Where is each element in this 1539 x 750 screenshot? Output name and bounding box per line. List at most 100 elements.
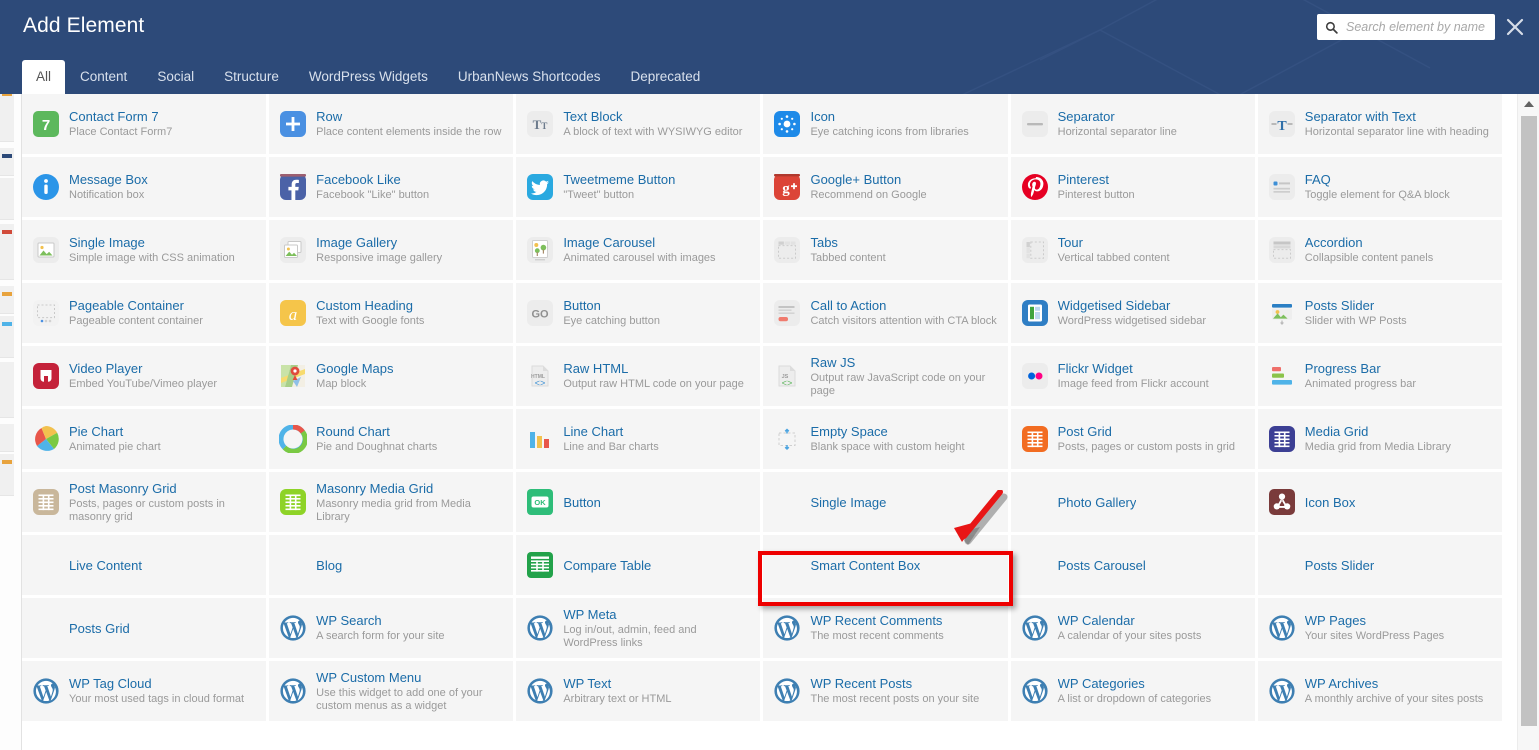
element-name: WP Meta (563, 606, 617, 622)
element-card[interactable]: Pinterest Pinterest button (1010, 157, 1258, 220)
element-card[interactable]: Blog (269, 535, 517, 598)
element-card[interactable]: WP Tag Cloud Your most used tags in cloud… (22, 661, 270, 724)
element-card[interactable]: Accordion Collapsible content panels (1257, 220, 1505, 283)
element-card-text: Video Player Embed YouTube/Vimeo player (69, 361, 217, 391)
close-icon[interactable] (1505, 17, 1525, 37)
element-card-text: Empty Space Blank space with custom heigh… (810, 424, 964, 454)
element-card[interactable]: Tabs Tabbed content (763, 220, 1011, 283)
element-card[interactable]: Single Image Simple image with CSS animat… (22, 220, 270, 283)
separator-icon (1021, 110, 1049, 138)
element-card[interactable]: Media Grid Media grid from Media Library (1257, 409, 1505, 472)
element-card[interactable]: TT Text Block A block of text with WYSIWYG… (516, 94, 764, 157)
facebook-icon (279, 173, 307, 201)
element-card[interactable]: Image Gallery Responsive image gallery (269, 220, 517, 283)
element-card[interactable]: Posts Carousel (1010, 535, 1258, 598)
go-button-icon: GO (526, 299, 554, 327)
element-card[interactable]: Icon Box (1257, 472, 1505, 535)
element-description: Collapsible content panels (1304, 252, 1434, 264)
element-card-text: Live Content (32, 558, 142, 573)
element-card[interactable]: Pageable Container Pageable content conta… (22, 283, 270, 346)
element-card[interactable]: Facebook Like Facebook "Like" button (269, 157, 517, 220)
element-card[interactable]: Image Carousel Animated carousel with ima… (516, 220, 764, 283)
element-card[interactable]: Google Maps Map block (269, 346, 517, 409)
element-card[interactable]: Message Box Notification box (22, 157, 270, 220)
tab-urbannews-shortcodes[interactable]: UrbanNews Shortcodes (443, 60, 616, 94)
element-card[interactable]: Pie Chart Animated pie chart (22, 409, 270, 472)
element-card[interactable]: Live Content (22, 535, 270, 598)
element-card[interactable]: GO Button Eye catching button (516, 283, 764, 346)
element-card[interactable]: Widgetised Sidebar WordPress widgetised s… (1010, 283, 1258, 346)
element-card[interactable]: WP Meta Log in/out, admin, feed and WordP… (516, 598, 764, 661)
element-card[interactable]: Posts Slider Slider with WP Posts (1257, 283, 1505, 346)
element-name: Posts Slider (1304, 557, 1375, 573)
element-description: Slider with WP Posts (1304, 315, 1407, 327)
element-card[interactable]: FAQ Toggle element for Q&A block (1257, 157, 1505, 220)
element-card[interactable]: T Separator with Text Horizontal separator… (1257, 94, 1505, 157)
element-card[interactable]: Post Masonry Grid Posts, pages or custom … (22, 472, 270, 535)
element-card[interactable]: Posts Grid (22, 598, 270, 661)
element-name: Live Content (69, 557, 142, 573)
element-card[interactable]: WP Calendar A calendar of your sites post… (1010, 598, 1258, 661)
tab-content[interactable]: Content (65, 60, 142, 94)
element-card[interactable]: WP Categories A list or dropdown of categ… (1010, 661, 1258, 724)
element-card-text: Post Masonry Grid Posts, pages or custom … (69, 481, 258, 524)
element-card[interactable]: Line Chart Line and Bar charts (516, 409, 764, 472)
tab-social[interactable]: Social (142, 60, 209, 94)
element-card[interactable]: Masonry Media Grid Masonry media grid fro… (269, 472, 517, 535)
caret-up-icon[interactable] (1524, 101, 1534, 107)
element-description: Horizontal separator line with heading (1304, 126, 1489, 138)
element-name: Tabs (810, 235, 838, 250)
element-card[interactable]: OK Button (516, 472, 764, 535)
wordpress-icon (32, 677, 60, 705)
element-card[interactable]: Icon Eye catching icons from libraries (763, 94, 1011, 157)
element-description: Line and Bar charts (563, 441, 659, 453)
element-card[interactable]: Photo Gallery (1010, 472, 1258, 535)
scrollbar-thumb[interactable] (1521, 116, 1537, 726)
tab-all[interactable]: All (22, 60, 66, 94)
vertical-scrollbar[interactable] (1517, 94, 1539, 750)
element-card[interactable]: Tweetmeme Button "Tweet" button (516, 157, 764, 220)
element-card[interactable]: WP Recent Posts The most recent posts on … (763, 661, 1011, 724)
element-card[interactable]: g Google+ Button Recommend on Google (763, 157, 1011, 220)
element-description: A block of text with WYSIWYG editor (563, 126, 743, 138)
element-card[interactable]: a Custom Heading Text with Google fonts (269, 283, 517, 346)
element-description: A monthly archive of your sites posts (1304, 693, 1484, 705)
element-card[interactable]: WP Custom Menu Use this widget to add one… (269, 661, 517, 724)
tab-wordpress-widgets[interactable]: WordPress Widgets (294, 60, 443, 94)
element-card[interactable]: Progress Bar Animated progress bar (1257, 346, 1505, 409)
element-card[interactable]: Separator Horizontal separator line (1010, 94, 1258, 157)
svg-text:T: T (1277, 119, 1287, 134)
element-card[interactable]: WP Archives A monthly archive of your sit… (1257, 661, 1505, 724)
element-card[interactable]: WP Text Arbitrary text or HTML (516, 661, 764, 724)
element-card[interactable]: Compare Table (516, 535, 764, 598)
element-description: Place Contact Form7 (69, 126, 173, 138)
element-card[interactable]: Row Place content elements inside the row (269, 94, 517, 157)
element-card[interactable]: Post Grid Posts, pages or custom posts in… (1010, 409, 1258, 472)
element-card[interactable]: 7 Contact Form 7 Place Contact Form7 (22, 94, 270, 157)
element-card[interactable]: Smart Content Box (763, 535, 1011, 598)
search-input[interactable] (1344, 17, 1489, 37)
element-card[interactable]: JS <> Raw JS Output raw JavaScript code on … (763, 346, 1011, 409)
element-description: Pinterest button (1057, 189, 1135, 201)
raw-js-icon: JS <> (773, 362, 801, 390)
tab-structure[interactable]: Structure (209, 60, 294, 94)
element-card[interactable]: Call to Action Catch visitors attention w… (763, 283, 1011, 346)
element-card[interactable]: Video Player Embed YouTube/Vimeo player (22, 346, 270, 409)
tab-deprecated[interactable]: Deprecated (616, 60, 716, 94)
element-card-text: Masonry Media Grid Masonry media grid fro… (316, 481, 505, 524)
element-description: Catch visitors attention with CTA block (810, 315, 997, 327)
elements-grid: 7 Contact Form 7 Place Contact Form7 Row Pla… (22, 94, 1505, 724)
element-card[interactable]: Empty Space Blank space with custom heigh… (763, 409, 1011, 472)
element-card[interactable]: WP Recent Comments The most recent commen… (763, 598, 1011, 661)
element-card[interactable]: Round Chart Pie and Doughnat charts (269, 409, 517, 472)
element-card[interactable]: HTML <> Raw HTML Output raw HTML code on yo… (516, 346, 764, 409)
element-card[interactable]: WP Search A search form for your site (269, 598, 517, 661)
element-card[interactable]: Flickr Widget Image feed from Flickr acco… (1010, 346, 1258, 409)
element-card[interactable]: Single Image (763, 472, 1011, 535)
search-box[interactable] (1317, 14, 1495, 40)
tab-bar[interactable]: All Content Social Structure WordPress Widge… (22, 58, 715, 94)
element-card-text: Facebook Like Facebook "Like" button (316, 172, 429, 202)
element-card[interactable]: WP Pages Your sites WordPress Pages (1257, 598, 1505, 661)
element-card[interactable]: Posts Slider (1257, 535, 1505, 598)
element-card[interactable]: Tour Vertical tabbed content (1010, 220, 1258, 283)
